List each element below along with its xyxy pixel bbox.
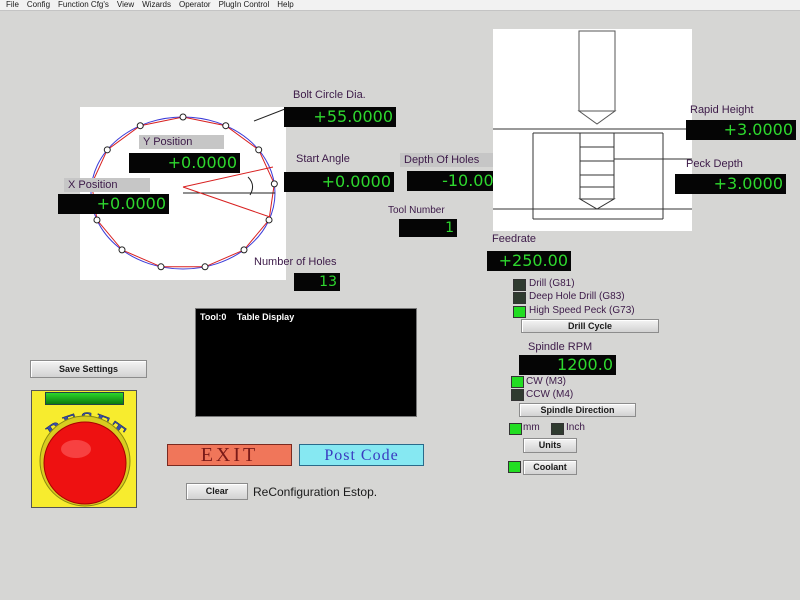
rapid-height-dro[interactable]: +3.0000 — [686, 120, 796, 140]
save-settings-button[interactable]: Save Settings — [30, 360, 147, 378]
drill-diagram — [493, 29, 692, 231]
menu-wizards[interactable]: Wizards — [138, 0, 175, 10]
bolt-hole-marker — [255, 146, 263, 154]
bolt-hole-marker — [222, 122, 230, 130]
bolt-hole-marker — [240, 246, 248, 254]
drill-cycle-button[interactable]: Drill Cycle — [521, 319, 659, 333]
status-message: ReConfiguration Estop. — [253, 485, 378, 499]
start-angle-label: Start Angle — [296, 153, 350, 165]
feedrate-label: Feedrate — [492, 233, 537, 245]
y-position-label: Y Position — [139, 135, 224, 149]
coolant-button[interactable]: Coolant — [523, 460, 577, 475]
spindle-direction-button[interactable]: Spindle Direction — [519, 403, 636, 417]
menu-plugin-control[interactable]: PlugIn Control — [215, 0, 274, 10]
bolt-hole-marker — [103, 146, 111, 154]
bolt-hole-marker — [157, 263, 165, 271]
bolt-hole-marker — [201, 263, 209, 271]
bolt-dia-label: Bolt Circle Dia. — [293, 89, 366, 101]
reset-indicator-light — [45, 392, 124, 405]
reset-graphic: RESET — [39, 407, 131, 507]
menu-bar: File Config Function Cfg's View Wizards … — [0, 0, 800, 11]
bolt-hole-marker — [179, 113, 187, 121]
number-of-holes-label: Number of Holes — [254, 256, 337, 268]
units-inch-led — [551, 423, 564, 435]
units-mm-label: mm — [523, 422, 540, 433]
post-code-button[interactable]: Post Code — [299, 444, 424, 466]
tool-number-label: Tool Number — [388, 205, 445, 216]
bolt-hole-marker — [270, 180, 278, 188]
rapid-height-label: Rapid Height — [690, 104, 754, 116]
units-mm-led — [509, 423, 522, 435]
peck-depth-dro[interactable]: +3.0000 — [675, 174, 786, 194]
menu-function-cfgs[interactable]: Function Cfg's — [54, 0, 113, 10]
menu-config[interactable]: Config — [23, 0, 54, 10]
bolt-dia-dro[interactable]: +55.0000 — [284, 107, 396, 127]
units-inch-label: Inch — [566, 422, 585, 433]
feedrate-dro[interactable]: +250.00 — [487, 251, 571, 271]
spindle-ccw-led — [511, 389, 524, 401]
high-speed-peck-g73-label: High Speed Peck (G73) — [529, 305, 635, 316]
spindle-cw-led — [511, 376, 524, 388]
bolt-hole-marker — [118, 246, 126, 254]
exit-button[interactable]: EXIT — [167, 444, 292, 466]
tool-table-tool: Tool:0 — [200, 312, 227, 322]
menu-help[interactable]: Help — [273, 0, 297, 10]
x-position-dro[interactable]: +0.0000 — [58, 194, 169, 214]
tool-table-title: Table Display — [236, 312, 295, 322]
tool-number-dro[interactable]: 1 — [399, 219, 457, 237]
peck-depth-label: Peck Depth — [686, 158, 743, 170]
menu-view[interactable]: View — [113, 0, 138, 10]
x-position-label: X Position — [64, 178, 150, 192]
spindle-cw-label: CW (M3) — [526, 376, 566, 387]
tool-table-display: Tool:0 Table Display — [195, 308, 417, 417]
units-button[interactable]: Units — [523, 438, 577, 453]
deep-hole-g83-label: Deep Hole Drill (G83) — [529, 291, 625, 302]
drill-g81-led — [513, 279, 526, 291]
high-speed-peck-g73-led — [513, 306, 526, 318]
menu-operator[interactable]: Operator — [175, 0, 215, 10]
number-of-holes-dro[interactable]: 13 — [294, 273, 340, 291]
reset-estop[interactable]: RESET — [31, 390, 137, 508]
drill-g81-label: Drill (G81) — [529, 278, 575, 289]
start-angle-dro[interactable]: +0.0000 — [284, 172, 394, 192]
spindle-rpm-label: Spindle RPM — [528, 341, 593, 353]
coolant-led — [508, 461, 521, 473]
deep-hole-g83-led — [513, 292, 526, 304]
bolt-hole-marker — [265, 216, 273, 224]
menu-file[interactable]: File — [2, 0, 23, 10]
bolt-hole-marker — [93, 216, 101, 224]
bolt-hole-marker — [136, 122, 144, 130]
spindle-rpm-dro[interactable]: 1200.0 — [519, 355, 616, 375]
y-position-dro[interactable]: +0.0000 — [129, 153, 240, 173]
spindle-ccw-label: CCW (M4) — [526, 389, 574, 400]
clear-button[interactable]: Clear — [186, 483, 248, 500]
drill-drawing — [493, 30, 692, 220]
